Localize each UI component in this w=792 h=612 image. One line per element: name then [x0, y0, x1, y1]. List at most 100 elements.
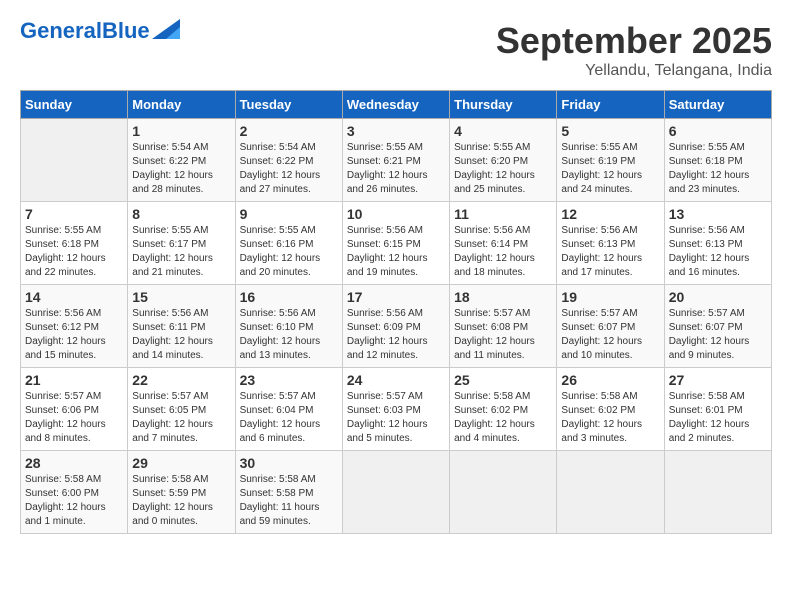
day-cell: 16 Sunrise: 5:56 AM Sunset: 6:10 PM Dayli… [235, 285, 342, 368]
day-cell: 19 Sunrise: 5:57 AM Sunset: 6:07 PM Dayli… [557, 285, 664, 368]
day-info: Sunrise: 5:55 AM Sunset: 6:16 PM Dayligh… [240, 224, 338, 280]
day-cell: 29 Sunrise: 5:58 AM Sunset: 5:59 PM Dayli… [128, 451, 235, 534]
day-number: 18 [454, 289, 552, 305]
day-info: Sunrise: 5:56 AM Sunset: 6:13 PM Dayligh… [669, 224, 767, 280]
day-info: Sunrise: 5:56 AM Sunset: 6:14 PM Dayligh… [454, 224, 552, 280]
day-info: Sunrise: 5:56 AM Sunset: 6:12 PM Dayligh… [25, 307, 123, 363]
day-number: 19 [561, 289, 659, 305]
col-header-thursday: Thursday [450, 91, 557, 119]
day-info: Sunrise: 5:57 AM Sunset: 6:08 PM Dayligh… [454, 307, 552, 363]
day-cell: 3Sunrise: 5:55 AM Sunset: 6:21 PM Daylig… [342, 119, 449, 202]
day-number: 24 [347, 372, 445, 388]
day-info: Sunrise: 5:57 AM Sunset: 6:03 PM Dayligh… [347, 390, 445, 446]
day-number: 23 [240, 372, 338, 388]
day-info: Sunrise: 5:56 AM Sunset: 6:15 PM Dayligh… [347, 224, 445, 280]
day-number: 11 [454, 206, 552, 222]
day-number: 30 [240, 455, 338, 471]
col-header-monday: Monday [128, 91, 235, 119]
header-row: SundayMondayTuesdayWednesdayThursdayFrid… [21, 91, 772, 119]
day-cell: 5Sunrise: 5:55 AM Sunset: 6:19 PM Daylig… [557, 119, 664, 202]
day-cell: 17Sunrise: 5:56 AM Sunset: 6:09 PM Dayli… [342, 285, 449, 368]
day-number: 6 [669, 123, 767, 139]
day-number: 10 [347, 206, 445, 222]
day-info: Sunrise: 5:55 AM Sunset: 6:17 PM Dayligh… [132, 224, 230, 280]
day-number: 4 [454, 123, 552, 139]
day-cell: 15 Sunrise: 5:56 AM Sunset: 6:11 PM Dayli… [128, 285, 235, 368]
day-number: 20 [669, 289, 767, 305]
day-cell: 10 Sunrise: 5:56 AM Sunset: 6:15 PM Dayli… [342, 202, 449, 285]
day-number: 5 [561, 123, 659, 139]
col-header-saturday: Saturday [664, 91, 771, 119]
title-block: September 2025 Yellandu, Telangana, Indi… [496, 20, 772, 80]
day-info: Sunrise: 5:57 AM Sunset: 6:05 PM Dayligh… [132, 390, 230, 446]
day-cell: 28Sunrise: 5:58 AM Sunset: 6:00 PM Dayli… [21, 451, 128, 534]
day-info: Sunrise: 5:58 AM Sunset: 6:02 PM Dayligh… [561, 390, 659, 446]
week-row-5: 28Sunrise: 5:58 AM Sunset: 6:00 PM Dayli… [21, 451, 772, 534]
day-number: 13 [669, 206, 767, 222]
week-row-1: 1 Sunrise: 5:54 AM Sunset: 6:22 PM Daylig… [21, 119, 772, 202]
day-info: Sunrise: 5:56 AM Sunset: 6:13 PM Dayligh… [561, 224, 659, 280]
logo-blue: Blue [102, 18, 150, 43]
day-cell: 6 Sunrise: 5:55 AM Sunset: 6:18 PM Daylig… [664, 119, 771, 202]
day-info: Sunrise: 5:56 AM Sunset: 6:10 PM Dayligh… [240, 307, 338, 363]
month-title: September 2025 [496, 20, 772, 62]
day-number: 9 [240, 206, 338, 222]
day-cell: 11 Sunrise: 5:56 AM Sunset: 6:14 PM Dayli… [450, 202, 557, 285]
day-cell: 4 Sunrise: 5:55 AM Sunset: 6:20 PM Daylig… [450, 119, 557, 202]
day-info: Sunrise: 5:55 AM Sunset: 6:20 PM Dayligh… [454, 141, 552, 197]
day-info: Sunrise: 5:54 AM Sunset: 6:22 PM Dayligh… [132, 141, 230, 197]
week-row-2: 7 Sunrise: 5:55 AM Sunset: 6:18 PM Daylig… [21, 202, 772, 285]
day-cell: 14Sunrise: 5:56 AM Sunset: 6:12 PM Dayli… [21, 285, 128, 368]
col-header-tuesday: Tuesday [235, 91, 342, 119]
day-cell [21, 119, 128, 202]
day-cell: 13 Sunrise: 5:56 AM Sunset: 6:13 PM Dayli… [664, 202, 771, 285]
day-cell [557, 451, 664, 534]
day-cell [342, 451, 449, 534]
day-number: 1 [132, 123, 230, 139]
day-cell [664, 451, 771, 534]
day-info: Sunrise: 5:58 AM Sunset: 5:58 PM Dayligh… [240, 473, 338, 529]
logo-icon [152, 19, 180, 39]
calendar-table: SundayMondayTuesdayWednesdayThursdayFrid… [20, 90, 772, 534]
day-cell: 7 Sunrise: 5:55 AM Sunset: 6:18 PM Daylig… [21, 202, 128, 285]
col-header-sunday: Sunday [21, 91, 128, 119]
day-info: Sunrise: 5:57 AM Sunset: 6:06 PM Dayligh… [25, 390, 123, 446]
day-info: Sunrise: 5:55 AM Sunset: 6:18 PM Dayligh… [669, 141, 767, 197]
day-number: 12 [561, 206, 659, 222]
day-cell: 26Sunrise: 5:58 AM Sunset: 6:02 PM Dayli… [557, 368, 664, 451]
logo-text: GeneralBlue [20, 20, 150, 42]
day-info: Sunrise: 5:56 AM Sunset: 6:11 PM Dayligh… [132, 307, 230, 363]
day-cell: 8 Sunrise: 5:55 AM Sunset: 6:17 PM Daylig… [128, 202, 235, 285]
day-number: 29 [132, 455, 230, 471]
day-number: 16 [240, 289, 338, 305]
day-info: Sunrise: 5:55 AM Sunset: 6:18 PM Dayligh… [25, 224, 123, 280]
day-cell: 1 Sunrise: 5:54 AM Sunset: 6:22 PM Daylig… [128, 119, 235, 202]
day-number: 7 [25, 206, 123, 222]
location-subtitle: Yellandu, Telangana, India [496, 62, 772, 80]
day-cell: 9 Sunrise: 5:55 AM Sunset: 6:16 PM Daylig… [235, 202, 342, 285]
day-info: Sunrise: 5:58 AM Sunset: 5:59 PM Dayligh… [132, 473, 230, 529]
day-cell: 30 Sunrise: 5:58 AM Sunset: 5:58 PM Dayli… [235, 451, 342, 534]
day-cell: 25 Sunrise: 5:58 AM Sunset: 6:02 PM Dayli… [450, 368, 557, 451]
day-number: 8 [132, 206, 230, 222]
day-cell: 27Sunrise: 5:58 AM Sunset: 6:01 PM Dayli… [664, 368, 771, 451]
day-number: 15 [132, 289, 230, 305]
day-info: Sunrise: 5:57 AM Sunset: 6:07 PM Dayligh… [561, 307, 659, 363]
day-info: Sunrise: 5:58 AM Sunset: 6:02 PM Dayligh… [454, 390, 552, 446]
day-cell: 22Sunrise: 5:57 AM Sunset: 6:05 PM Dayli… [128, 368, 235, 451]
day-cell: 23Sunrise: 5:57 AM Sunset: 6:04 PM Dayli… [235, 368, 342, 451]
day-cell: 24 Sunrise: 5:57 AM Sunset: 6:03 PM Dayli… [342, 368, 449, 451]
week-row-3: 14Sunrise: 5:56 AM Sunset: 6:12 PM Dayli… [21, 285, 772, 368]
day-number: 3 [347, 123, 445, 139]
day-info: Sunrise: 5:58 AM Sunset: 6:00 PM Dayligh… [25, 473, 123, 529]
day-info: Sunrise: 5:54 AM Sunset: 6:22 PM Dayligh… [240, 141, 338, 197]
week-row-4: 21Sunrise: 5:57 AM Sunset: 6:06 PM Dayli… [21, 368, 772, 451]
day-cell: 18 Sunrise: 5:57 AM Sunset: 6:08 PM Dayli… [450, 285, 557, 368]
day-number: 25 [454, 372, 552, 388]
day-cell: 12 Sunrise: 5:56 AM Sunset: 6:13 PM Dayli… [557, 202, 664, 285]
logo-general: General [20, 18, 102, 43]
logo: GeneralBlue [20, 20, 180, 42]
day-info: Sunrise: 5:57 AM Sunset: 6:07 PM Dayligh… [669, 307, 767, 363]
day-info: Sunrise: 5:56 AM Sunset: 6:09 PM Dayligh… [347, 307, 445, 363]
day-cell: 2Sunrise: 5:54 AM Sunset: 6:22 PM Daylig… [235, 119, 342, 202]
